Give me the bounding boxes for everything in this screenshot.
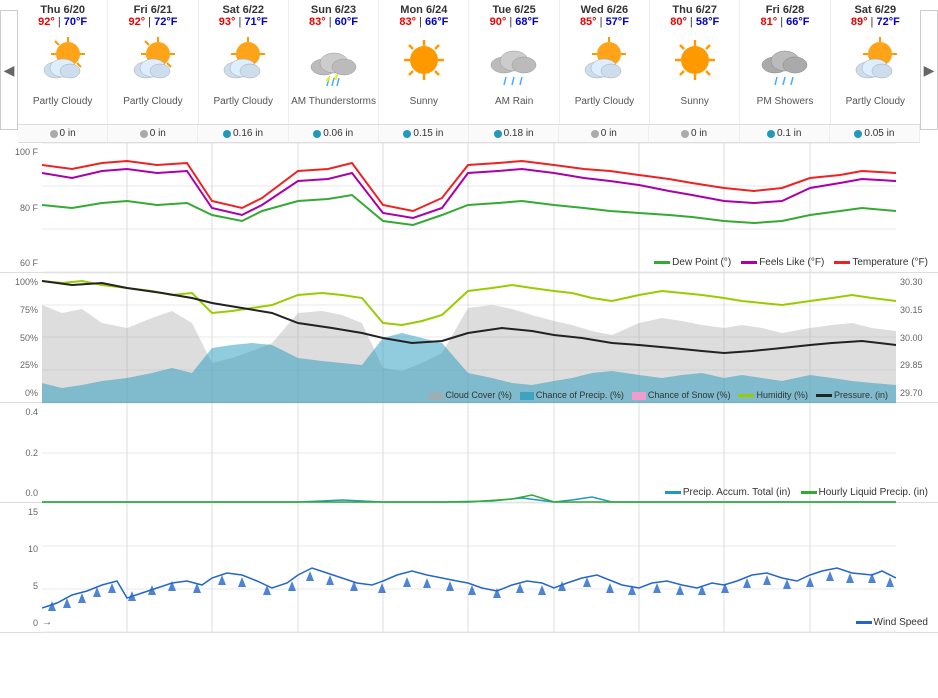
precip-5: 0.18 in (469, 125, 559, 142)
precip-8: 0.1 in (740, 125, 830, 142)
temperature-chart: 100 F 80 F 60 F (0, 143, 938, 273)
weather-icon-0 (33, 32, 93, 92)
precip-6: 0 in (559, 125, 649, 142)
prev-button[interactable]: ◀ (0, 10, 18, 130)
day-col-6: Wed 6/26 85° | 57°F Partly Cloudy (560, 0, 650, 124)
weather-icon-7 (665, 32, 725, 92)
weather-icon-8 (755, 32, 815, 92)
weather-icon-6 (574, 32, 634, 92)
precip-accum-chart: 0.4 0.2 0.0 Precip. Accum. Tota (0, 403, 938, 503)
day-col-8: Fri 6/28 81° | 66°F PM Showers (740, 0, 830, 124)
weather-icon-5 (484, 32, 544, 92)
weather-icon-4 (394, 32, 454, 92)
weather-icon-9 (845, 32, 905, 92)
cloud-chart: 100% 75% 50% 25% 0% 30.30 30.15 30.00 29… (0, 273, 938, 403)
days-header: Thu 6/20 92° | 70°F Partly Cloudy (18, 0, 920, 125)
precip-accum-legend: Precip. Accum. Total (in) Hourly Liquid … (665, 487, 928, 498)
precip-row: 0 in 0 in 0.16 in 0.06 in 0.15 in 0.18 i… (18, 125, 920, 143)
weather-container: ◀ ▶ Thu 6/20 92° | 70°F (0, 0, 938, 633)
day-col-5: Tue 6/25 90° | 68°F AM Rain (469, 0, 559, 124)
day-col-0: Thu 6/20 92° | 70°F Partly Cloudy (18, 0, 108, 124)
precip-7: 0 in (649, 125, 739, 142)
temp-y-labels: 100 F 80 F 60 F (0, 143, 42, 272)
precip-1: 0 in (108, 125, 198, 142)
cloud-y-labels-right: 30.30 30.15 30.00 29.85 29.70 (896, 273, 938, 402)
wind-direction-label: → (42, 617, 52, 628)
days-section: ◀ ▶ Thu 6/20 92° | 70°F (0, 0, 938, 143)
weather-icon-3 (304, 32, 364, 92)
temp-chart-legend: Dew Point (°) Feels Like (°F) Temperatur… (654, 257, 928, 268)
day-col-9: Sat 6/29 89° | 72°F Partly Cloudy (831, 0, 920, 124)
temp-chart-svg (42, 143, 896, 273)
cloud-chart-legend: Cloud Cover (%) Chance of Precip. (%) Ch… (429, 390, 888, 400)
day-col-1: Fri 6/21 92° | 72°F Partly Cloudy (108, 0, 198, 124)
weather-icon-2 (213, 32, 273, 92)
day-col-4: Mon 6/24 83° | 66°F Sunny (379, 0, 469, 124)
precip-4: 0.15 in (379, 125, 469, 142)
day-col-3: Sun 6/23 83° | 60°F AM Thunderstorms (289, 0, 379, 124)
wind-chart: 15 10 5 0 (0, 503, 938, 633)
precip-y-labels: 0.4 0.2 0.0 (0, 403, 42, 502)
cloud-chart-svg (42, 273, 896, 403)
precip-3: 0.06 in (289, 125, 379, 142)
precip-2: 0.16 in (198, 125, 288, 142)
weather-icon-1 (123, 32, 183, 92)
next-button[interactable]: ▶ (920, 10, 938, 130)
day-col-2: Sat 6/22 93° | 71°F Partly Cloudy (199, 0, 289, 124)
cloud-y-labels-left: 100% 75% 50% 25% 0% (0, 273, 42, 402)
precip-9: 0.05 in (830, 125, 920, 142)
wind-y-labels: 15 10 5 0 (0, 503, 42, 632)
wind-chart-svg (42, 503, 896, 633)
precip-0: 0 in (18, 125, 108, 142)
wind-legend: Wind Speed (856, 617, 928, 628)
day-col-7: Thu 6/27 80° | 58°F Sunny (650, 0, 740, 124)
